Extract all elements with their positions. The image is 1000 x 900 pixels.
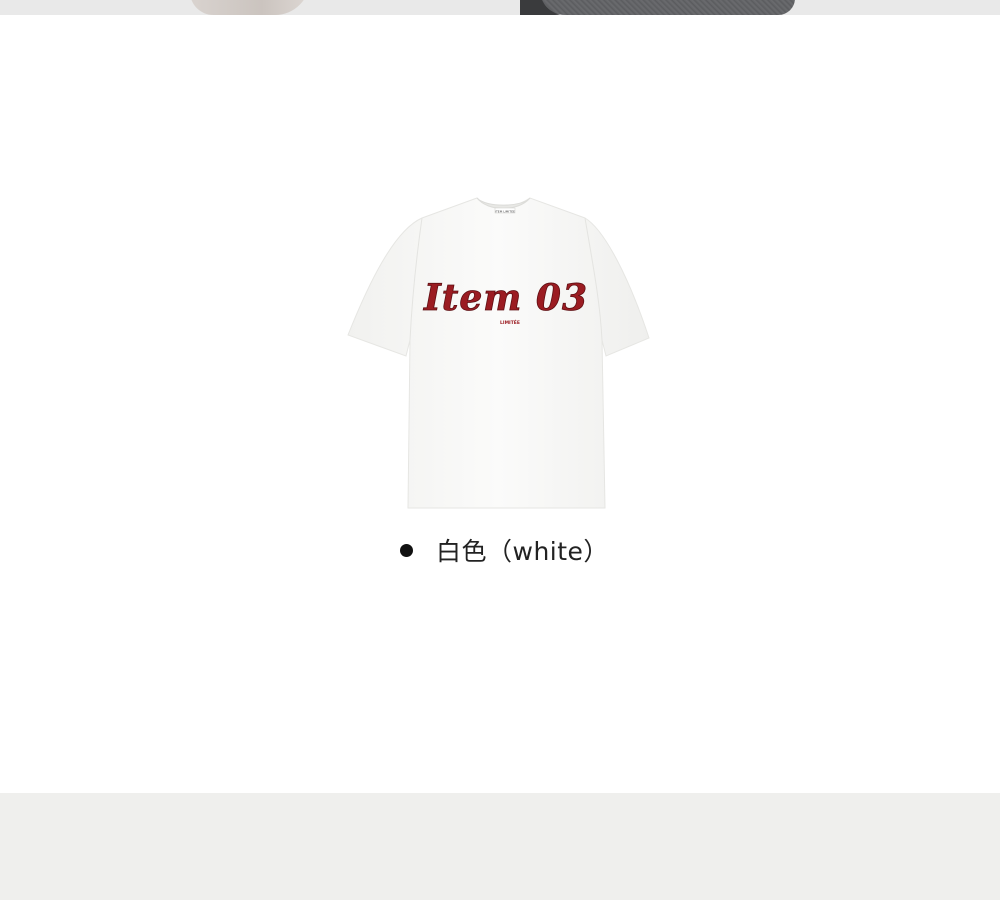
previous-photo-strip xyxy=(0,0,1000,15)
tshirt-product-image: ITEM LIMITÉE Item 03 LIMITÉE xyxy=(340,190,660,515)
bullet-icon xyxy=(400,543,413,557)
color-option-white: 白色（white） xyxy=(400,532,609,568)
tshirt-print-text: Item 03 xyxy=(423,277,588,319)
color-option-label: 白色（white） xyxy=(436,537,609,566)
collar-tag-text: ITEM LIMITÉE xyxy=(495,209,515,214)
next-section-band xyxy=(0,793,1000,900)
photo-denim xyxy=(540,0,795,15)
photo-arm xyxy=(190,0,310,15)
product-detail-page: ITEM LIMITÉE Item 03 LIMITÉE 白色（white） xyxy=(0,0,1000,900)
tshirt-body xyxy=(347,197,650,509)
